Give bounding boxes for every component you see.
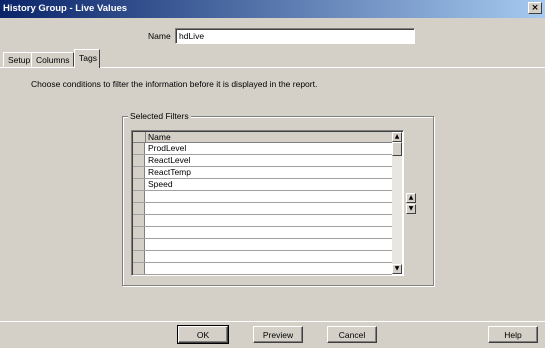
table-row[interactable]: ReactTemp bbox=[133, 167, 392, 179]
grid-scrollbar[interactable]: ▲ ▼ bbox=[392, 132, 402, 274]
scroll-thumb[interactable] bbox=[392, 142, 402, 156]
close-icon[interactable]: × bbox=[528, 2, 542, 14]
row-header[interactable] bbox=[133, 167, 145, 178]
selected-filters-title: Selected Filters bbox=[128, 111, 191, 121]
instruction-text: Choose conditions to filter the informat… bbox=[31, 79, 318, 89]
row-header[interactable] bbox=[133, 251, 145, 262]
move-down-icon[interactable]: ▼ bbox=[406, 204, 416, 214]
table-row[interactable]: Speed bbox=[133, 179, 392, 191]
table-row[interactable]: ProdLevel bbox=[133, 143, 392, 155]
panel-bottom-border bbox=[0, 321, 545, 322]
scroll-up-icon[interactable]: ▲ bbox=[392, 132, 402, 142]
filter-name-cell[interactable]: ReactTemp bbox=[148, 167, 191, 178]
name-label: Name bbox=[148, 31, 171, 41]
row-header[interactable] bbox=[133, 155, 145, 166]
table-row[interactable] bbox=[133, 239, 392, 251]
column-header-name[interactable]: Name bbox=[148, 132, 171, 142]
preview-button[interactable]: Preview bbox=[253, 326, 303, 343]
row-header[interactable] bbox=[133, 239, 145, 250]
table-row[interactable] bbox=[133, 203, 392, 215]
window-title: History Group - Live Values bbox=[3, 3, 128, 14]
ok-button[interactable]: OK bbox=[177, 325, 229, 344]
table-row[interactable] bbox=[133, 251, 392, 263]
name-input[interactable]: hdLive bbox=[175, 28, 415, 44]
row-header[interactable] bbox=[133, 227, 145, 238]
row-header[interactable] bbox=[133, 263, 145, 274]
move-up-icon[interactable]: ▲ bbox=[406, 193, 416, 203]
help-button[interactable]: Help bbox=[488, 326, 538, 343]
filter-name-cell[interactable]: ReactLevel bbox=[148, 155, 191, 166]
table-row[interactable] bbox=[133, 263, 392, 275]
filters-grid[interactable]: Name ProdLevel ReactLevel ReactTemp Speed ▲… bbox=[131, 130, 404, 276]
grid-header: Name bbox=[133, 132, 392, 143]
table-row[interactable] bbox=[133, 227, 392, 239]
table-row[interactable] bbox=[133, 215, 392, 227]
row-header[interactable] bbox=[133, 179, 145, 190]
filter-name-cell[interactable]: Speed bbox=[148, 179, 173, 190]
cancel-button[interactable]: Cancel bbox=[327, 326, 377, 343]
table-row[interactable] bbox=[133, 191, 392, 203]
tab-columns[interactable]: Columns bbox=[31, 52, 74, 67]
row-header[interactable] bbox=[133, 191, 145, 202]
row-header[interactable] bbox=[133, 215, 145, 226]
tab-tags[interactable]: Tags bbox=[74, 49, 100, 68]
table-row[interactable]: ReactLevel bbox=[133, 155, 392, 167]
filter-name-cell[interactable]: ProdLevel bbox=[148, 143, 186, 154]
row-header[interactable] bbox=[133, 143, 145, 154]
grid-corner bbox=[133, 132, 146, 142]
row-header[interactable] bbox=[133, 203, 145, 214]
title-bar: History Group - Live Values × bbox=[0, 0, 545, 18]
scroll-down-icon[interactable]: ▼ bbox=[392, 264, 402, 274]
